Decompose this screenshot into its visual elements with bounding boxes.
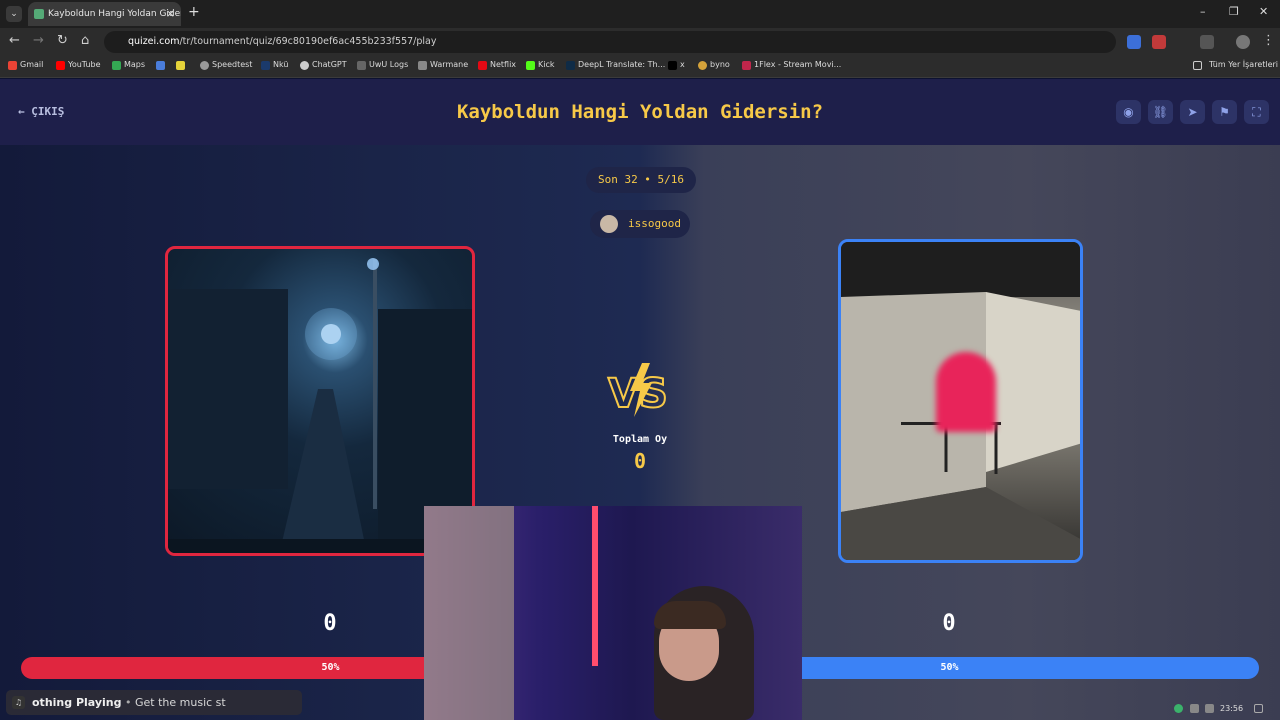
restore-icon[interactable]: ❐: [1229, 5, 1239, 18]
warmane-icon: [418, 61, 427, 70]
option-card-right[interactable]: [838, 239, 1083, 563]
bookmark-item[interactable]: x: [668, 60, 685, 70]
bookmark-item[interactable]: Kick: [526, 60, 555, 70]
flag-icon[interactable]: ⚑: [1212, 100, 1237, 124]
1flex-icon: [742, 61, 751, 70]
page-header: ← ÇIKIŞ Kayboldun Hangi Yoldan Gidersin?…: [0, 79, 1280, 145]
right-score: 0: [942, 611, 956, 636]
forward-icon[interactable]: →: [33, 33, 44, 48]
browser-tab[interactable]: Kayboldun Hangi Yoldan Gidersin? ×: [28, 2, 181, 26]
music-note-icon: ♫: [12, 696, 25, 709]
youtube-icon: [56, 61, 65, 70]
url-host: quizei.com: [128, 36, 180, 47]
notification-icon[interactable]: [1254, 704, 1263, 713]
nku-icon: [261, 61, 270, 70]
right-percentage-label: 50%: [940, 662, 959, 673]
reload-icon[interactable]: ↻: [57, 33, 68, 48]
bookmark-item[interactable]: UwU Logs: [357, 60, 408, 70]
back-icon[interactable]: ←: [9, 33, 20, 48]
round-badge: Son 32 • 5/16: [586, 167, 696, 193]
tray-status-icon[interactable]: [1174, 704, 1183, 713]
translate-icon: [156, 61, 165, 70]
minimize-icon[interactable]: –: [1200, 5, 1206, 18]
fullscreen-icon[interactable]: ⛶: [1244, 100, 1269, 124]
wall-tapestry: [424, 506, 514, 720]
kick-icon: [526, 61, 535, 70]
music-hint: Get the music st: [135, 696, 226, 709]
menu-kebab-icon[interactable]: ⋮: [1262, 33, 1275, 48]
avatar: [600, 215, 618, 233]
link-icon[interactable]: ⛓: [1148, 100, 1173, 124]
byno-icon: [698, 61, 707, 70]
network-icon[interactable]: [1190, 704, 1199, 713]
netflix-icon: [478, 61, 487, 70]
extension-icon[interactable]: [1152, 35, 1166, 49]
bookmark-item[interactable]: Maps: [112, 60, 145, 70]
creator-name: issogood: [628, 217, 681, 230]
tab-close-icon[interactable]: ×: [166, 2, 175, 26]
bookmark-item[interactable]: Gmail: [8, 60, 43, 70]
deepl-icon: [566, 61, 575, 70]
gmail-icon: [8, 61, 17, 70]
music-widget[interactable]: ♫ othing Playing • Get the music st: [6, 690, 302, 715]
streamer-hair: [654, 601, 726, 629]
bookmark-item[interactable]: [156, 60, 165, 71]
total-votes-value: 0: [633, 449, 647, 473]
page-title: Kayboldun Hangi Yoldan Gidersin?: [456, 101, 824, 123]
tab-favicon-icon: [34, 9, 44, 19]
address-bar[interactable]: quizei.com/tr/tournament/quiz/69c80190ef…: [104, 31, 1116, 53]
bookmark-item[interactable]: DeepL Translate: Th...: [566, 60, 665, 70]
bookmarks-bar: Gmail YouTube Maps Speedtest Nkü ChatGPT…: [0, 56, 1280, 78]
left-score: 0: [323, 611, 337, 636]
bookmark-item[interactable]: Nkü: [261, 60, 288, 70]
x-icon: [668, 61, 677, 70]
browser-tab-bar: ⌄ Kayboldun Hangi Yoldan Gidersin? × + –…: [0, 0, 1280, 28]
bookmark-item[interactable]: [176, 60, 185, 71]
folder-icon: [1193, 61, 1202, 70]
bookmark-item[interactable]: Warmane: [418, 60, 468, 70]
extension-icon[interactable]: [1127, 35, 1141, 49]
vs-icon: VS: [607, 363, 669, 418]
maps-icon: [112, 61, 121, 70]
uwu-icon: [357, 61, 366, 70]
music-status: othing Playing: [32, 696, 122, 709]
bookmark-item[interactable]: YouTube: [56, 60, 101, 70]
bookmark-item[interactable]: byno: [698, 60, 730, 70]
eye-icon[interactable]: ◉: [1116, 100, 1141, 124]
led-strip: [592, 506, 598, 666]
volume-icon[interactable]: [1205, 704, 1214, 713]
total-votes-label: Toplam Oy: [612, 434, 668, 445]
bookmark-item[interactable]: 1Flex - Stream Movi...: [742, 60, 841, 70]
tab-title: Kayboldun Hangi Yoldan Gidersin?: [48, 9, 181, 19]
quiz-page: ← ÇIKIŞ Kayboldun Hangi Yoldan Gidersin?…: [0, 79, 1280, 720]
tab-search-icon[interactable]: ⌄: [6, 6, 22, 22]
send-icon[interactable]: ➤: [1180, 100, 1205, 124]
bookmark-item[interactable]: ChatGPT: [300, 60, 347, 70]
bookmark-item[interactable]: Speedtest: [200, 60, 252, 70]
home-icon[interactable]: ⌂: [81, 33, 89, 48]
bookmark-item[interactable]: Netflix: [478, 60, 516, 70]
all-bookmarks-folder[interactable]: Tüm Yer İşaretleri: [1193, 60, 1278, 70]
new-tab-icon[interactable]: +: [188, 4, 200, 20]
creator-badge[interactable]: issogood: [590, 210, 690, 238]
red-light-glow: [936, 352, 996, 432]
webcam-overlay: [424, 506, 802, 720]
close-window-icon[interactable]: ✕: [1259, 5, 1268, 18]
profile-avatar-icon[interactable]: [1236, 35, 1250, 49]
taskbar-clock[interactable]: 23:56: [1220, 704, 1243, 713]
speedtest-icon: [200, 61, 209, 70]
left-percentage-label: 50%: [321, 662, 340, 673]
browser-toolbar: ← → ↻ ⌂ quizei.com/tr/tournament/quiz/69…: [0, 28, 1280, 56]
s-icon: [176, 61, 185, 70]
chatgpt-icon: [300, 61, 309, 70]
extensions-puzzle-icon[interactable]: [1200, 35, 1214, 49]
url-path: /tr/tournament/quiz/69c80190ef6ac455b233…: [179, 36, 437, 47]
